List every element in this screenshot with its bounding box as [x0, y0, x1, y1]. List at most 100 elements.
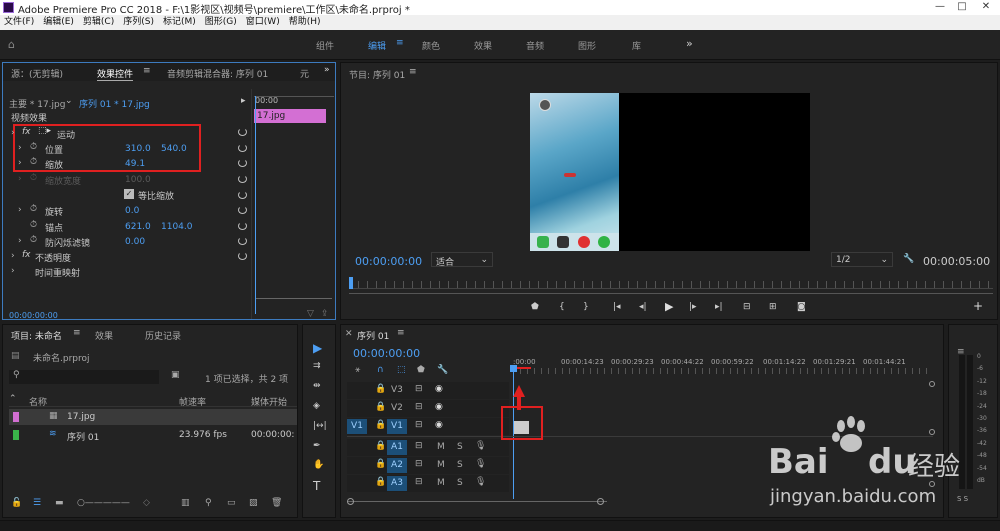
stopwatch-icon[interactable]: ⏱	[30, 157, 37, 167]
selection-tool-icon[interactable]: ▶	[313, 341, 322, 355]
clip-bar[interactable]: 17.jpg	[254, 109, 326, 123]
reset-icon[interactable]	[238, 128, 247, 136]
linked-selection-icon[interactable]: ∩	[377, 365, 384, 375]
mute-button[interactable]: M	[437, 460, 445, 470]
position-x-value[interactable]: 310.0	[125, 144, 151, 154]
track-name[interactable]: A1	[387, 440, 407, 455]
tab-history[interactable]: 历史记录	[145, 329, 181, 342]
scroll-handle[interactable]	[929, 429, 935, 435]
stopwatch-icon[interactable]: ⏱	[30, 142, 37, 152]
list-view-icon[interactable]: ☰	[33, 498, 41, 508]
program-playhead[interactable]	[349, 277, 353, 289]
fx-icon[interactable]: fx	[22, 250, 31, 260]
type-tool-icon[interactable]: T	[313, 479, 320, 493]
menu-marker[interactable]: 标记(M)	[163, 15, 196, 30]
expand-arrow-icon[interactable]: ›	[11, 266, 15, 276]
tab-effect-controls[interactable]: 效果控件	[97, 67, 134, 81]
master-clip-label[interactable]: 主要 * 17.jpg	[9, 97, 65, 110]
stopwatch-icon[interactable]: ⏱	[30, 220, 37, 230]
panel-menu-icon[interactable]: ≡	[409, 67, 417, 77]
workspace-tab-audio[interactable]: 音频	[526, 39, 544, 52]
program-zoom-bar[interactable]	[349, 293, 993, 294]
pen-tool-icon[interactable]: ✒	[313, 441, 321, 451]
workspace-menu-icon[interactable]: ≡	[396, 38, 404, 48]
playhead-timecode[interactable]: 00:00:00:00	[355, 255, 422, 268]
expand-arrow-icon[interactable]: ›	[11, 251, 15, 261]
sync-lock-icon[interactable]: ⊟	[415, 384, 423, 394]
home-icon[interactable]: ⌂	[8, 38, 15, 51]
export-icon[interactable]: ⇪	[321, 309, 329, 319]
mute-button[interactable]: M	[437, 478, 445, 488]
reset-icon[interactable]	[238, 175, 247, 183]
tab-effects[interactable]: 效果	[95, 329, 113, 342]
expand-arrow-icon[interactable]: ›	[18, 158, 22, 168]
icon-view-icon[interactable]: ▬	[55, 498, 64, 508]
anti-flicker-value[interactable]: 0.00	[125, 237, 145, 247]
expand-arrow-icon[interactable]: ›	[18, 205, 22, 215]
expand-arrow-icon[interactable]: ›	[11, 128, 15, 138]
program-ruler[interactable]	[349, 281, 993, 289]
step-forward-icon[interactable]: |▸	[689, 302, 697, 312]
zoom-slider[interactable]: ○—————	[77, 498, 130, 508]
reset-icon[interactable]	[238, 237, 247, 245]
close-button[interactable]: ✕	[976, 0, 996, 15]
find-icon[interactable]: ⚲	[205, 498, 212, 508]
uniform-scale-checkbox[interactable]: ✓	[124, 189, 134, 199]
add-button-icon[interactable]: +	[973, 299, 983, 313]
eye-icon[interactable]: ◉	[435, 402, 443, 412]
wrench-icon[interactable]: 🔧	[437, 365, 448, 375]
anchor-x-value[interactable]: 621.0	[125, 222, 151, 232]
lock-icon[interactable]: 🔒	[375, 459, 386, 469]
workspace-more-button[interactable]: »	[686, 37, 693, 50]
reset-icon[interactable]	[238, 206, 247, 214]
scroll-handle[interactable]	[597, 498, 604, 505]
expand-arrow-icon[interactable]: ›	[18, 143, 22, 153]
razor-tool-icon[interactable]: ◈	[313, 401, 320, 411]
search-input[interactable]: ⚲	[9, 370, 159, 384]
lock-icon[interactable]: 🔒	[375, 402, 386, 412]
lock-icon[interactable]: 🔒	[375, 441, 386, 451]
timeline-timecode[interactable]: 00:00:00:00	[353, 347, 420, 360]
ripple-edit-tool-icon[interactable]: ⇹	[313, 381, 321, 391]
sync-lock-icon[interactable]: ⊟	[415, 420, 423, 430]
tab-metadata[interactable]: 元	[300, 67, 309, 80]
column-media-start[interactable]: 媒体开始	[251, 395, 287, 408]
menu-graphics[interactable]: 图形(G)	[205, 15, 237, 30]
step-back-icon[interactable]: ◂|	[639, 302, 647, 312]
delete-icon[interactable]: 🗑	[271, 498, 282, 508]
reset-icon[interactable]	[238, 191, 247, 199]
microphone-icon[interactable]: 🎙	[475, 441, 486, 451]
play-only-icon[interactable]: ▸	[241, 96, 246, 106]
sequence-tab[interactable]: 序列 01	[357, 329, 389, 342]
workspace-tab-libraries[interactable]: 库	[632, 39, 641, 52]
panel-menu-icon[interactable]: ≡	[397, 328, 405, 338]
menu-clip[interactable]: 剪辑(C)	[83, 15, 114, 30]
tab-project[interactable]: 项目: 未命名	[11, 329, 62, 342]
list-item[interactable]: ≋ 序列 01 23.976 fps 00:00:00:	[9, 427, 297, 443]
workspace-tab-editing[interactable]: 编辑	[368, 39, 386, 52]
time-ruler[interactable]: :00:00 00:00:14:23 00:00:29:23 00:00:44:…	[513, 353, 933, 375]
solo-button[interactable]: S	[457, 442, 463, 452]
workspace-tab-assembly[interactable]: 组件	[316, 39, 334, 52]
new-bin-from-search-icon[interactable]: ▣	[171, 370, 180, 380]
new-item-icon[interactable]: ▧	[249, 498, 258, 508]
lift-icon[interactable]: ⊟	[743, 302, 751, 312]
fx-icon[interactable]: fx	[22, 127, 31, 137]
playhead-handle[interactable]	[510, 365, 517, 372]
reset-icon[interactable]	[238, 144, 247, 152]
resolution-dropdown[interactable]: 1/2 ⌄	[831, 252, 893, 267]
sort-icon[interactable]: ◇	[143, 498, 150, 508]
scroll-handle[interactable]	[347, 498, 354, 505]
track-name[interactable]: A3	[387, 476, 407, 491]
list-item[interactable]: ▦ 17.jpg	[9, 409, 297, 425]
track-name[interactable]: A2	[387, 458, 407, 473]
column-frame-rate[interactable]: 帧速率	[179, 395, 206, 408]
menu-sequence[interactable]: 序列(S)	[123, 15, 154, 30]
sort-arrow-icon[interactable]: ⌃	[9, 394, 17, 404]
workspace-tab-color[interactable]: 颜色	[422, 39, 440, 52]
stopwatch-icon[interactable]: ⏱	[30, 204, 37, 214]
stopwatch-icon[interactable]: ⏱	[30, 235, 37, 245]
sync-lock-icon[interactable]: ⊟	[415, 477, 423, 487]
reset-icon[interactable]	[238, 159, 247, 167]
mark-in-icon[interactable]: {	[559, 302, 565, 312]
